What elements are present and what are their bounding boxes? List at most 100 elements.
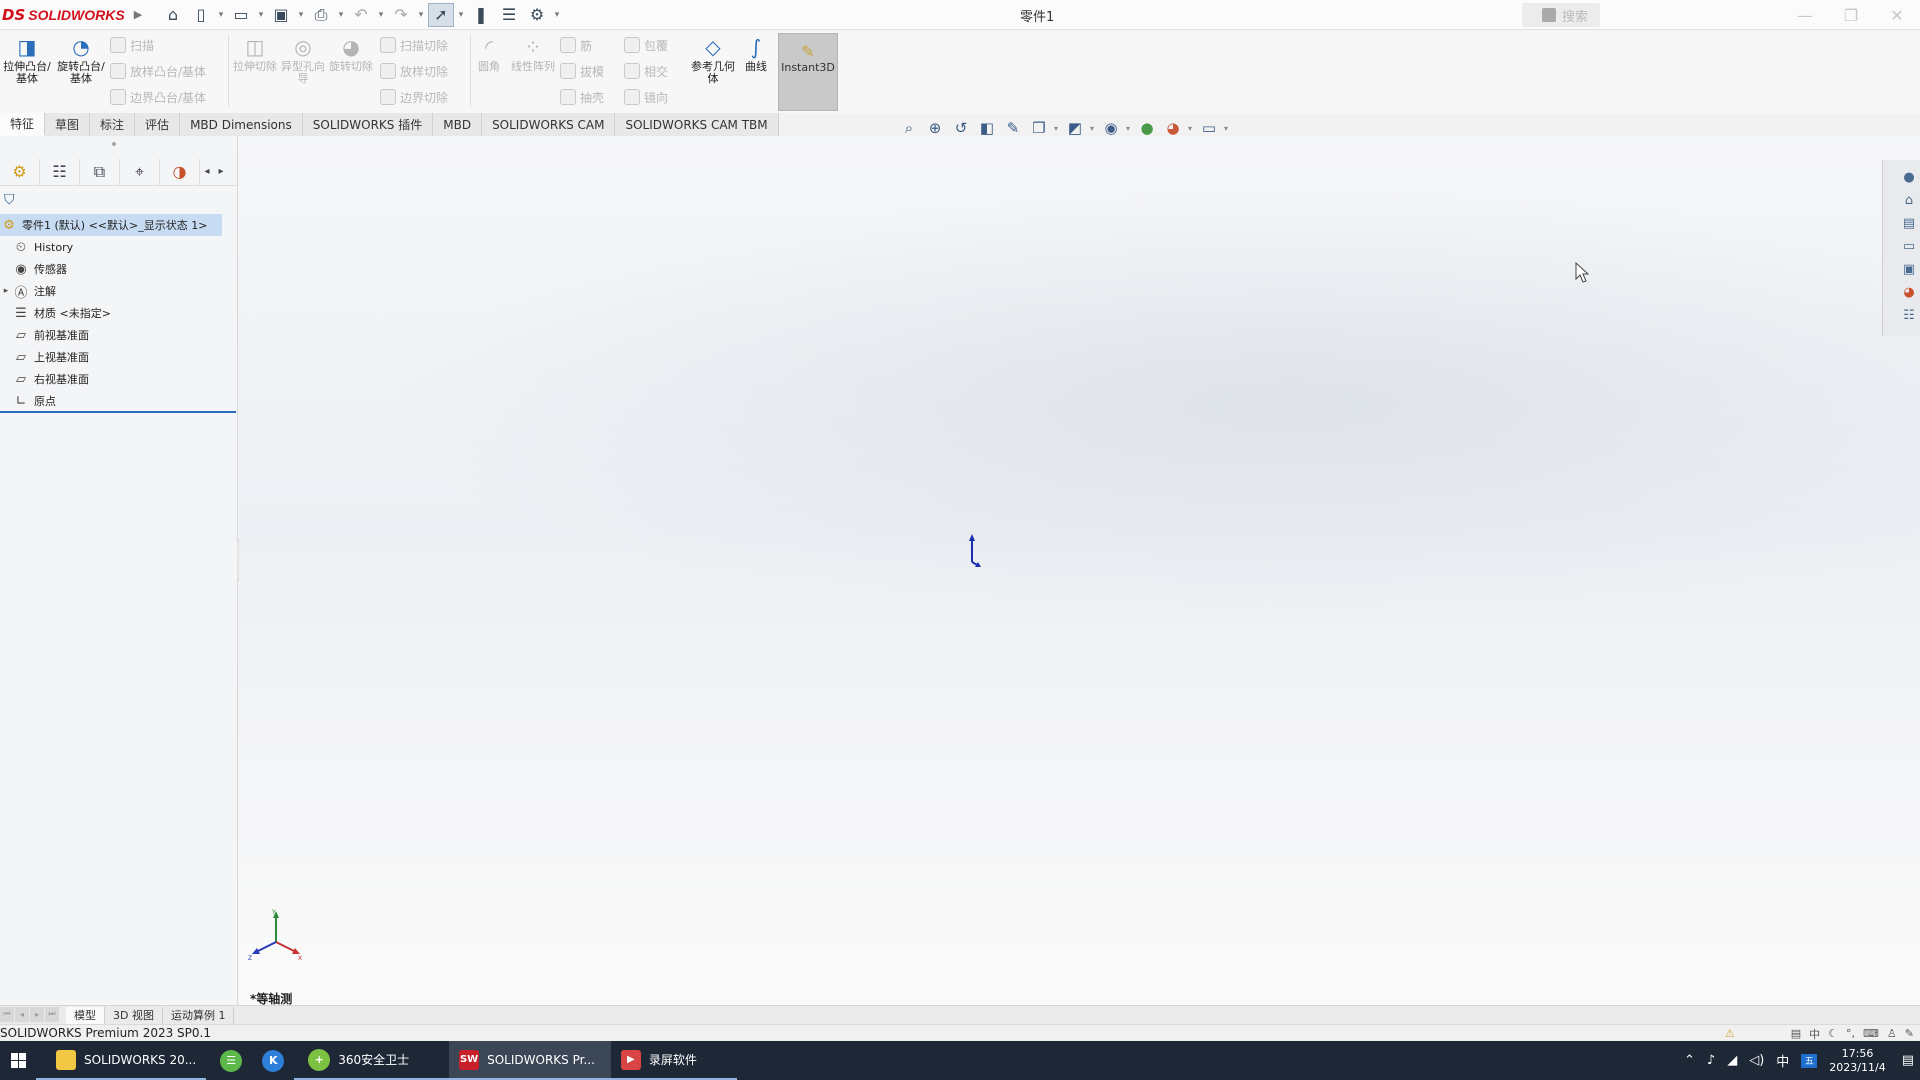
- taskbar-item-green-app[interactable]: ☰: [206, 1041, 252, 1080]
- solidworks-resources-icon[interactable]: ●: [1900, 168, 1918, 186]
- ime-status-icon[interactable]: ▤: [1791, 1027, 1801, 1040]
- new-document-icon[interactable]: ▯: [188, 3, 214, 27]
- menu-expand-icon[interactable]: ▶: [134, 8, 142, 21]
- punctuation-icon[interactable]: °,: [1846, 1027, 1855, 1040]
- tree-item-material[interactable]: ☰ 材质 <未指定>: [0, 302, 238, 324]
- draft-button[interactable]: 拔模: [560, 61, 604, 81]
- tab-solidworks-addins[interactable]: SOLIDWORKS 插件: [302, 113, 434, 136]
- boundary-boss-button[interactable]: 边界凸台/基体: [110, 87, 206, 107]
- extrude-boss-button[interactable]: ◨ 拉伸凸台/基体: [2, 35, 52, 105]
- tab-3d-views[interactable]: 3D 视图: [105, 1006, 163, 1024]
- help-search-box[interactable]: 搜索: [1522, 3, 1600, 27]
- mirror-button[interactable]: 镜向: [624, 87, 668, 107]
- next-tab-icon[interactable]: ▸: [30, 1006, 44, 1022]
- feature-manager-tab-icon[interactable]: ⚙: [0, 158, 40, 185]
- chevron-down-icon[interactable]: ▾: [1126, 124, 1132, 133]
- swept-cut-button[interactable]: 扫描切除: [380, 35, 448, 55]
- select-arrow-icon[interactable]: ➚: [428, 2, 454, 27]
- tab-motion-study[interactable]: 运动算例 1: [163, 1006, 235, 1024]
- taskbar-item-k-app[interactable]: K: [252, 1041, 294, 1080]
- loft-boss-button[interactable]: 放样凸台/基体: [110, 61, 206, 81]
- tab-solidworks-cam-tbm[interactable]: SOLIDWORKS CAM TBM: [615, 113, 779, 136]
- restore-icon[interactable]: ❐: [1828, 0, 1874, 30]
- tab-features[interactable]: 特征: [0, 113, 46, 136]
- design-library-icon[interactable]: ▤: [1900, 214, 1918, 232]
- chevron-down-icon[interactable]: ▾: [216, 10, 226, 20]
- rib-button[interactable]: 筋: [560, 35, 604, 55]
- revolve-cut-button[interactable]: ◕ 旋转切除: [326, 35, 376, 105]
- chevron-down-icon[interactable]: ▾: [416, 10, 426, 20]
- tree-item-origin[interactable]: ∟ 原点: [0, 390, 238, 412]
- chevron-down-icon[interactable]: ▾: [1090, 124, 1096, 133]
- graphics-area[interactable]: Y X Z *等轴测: [239, 136, 1920, 1010]
- chevron-down-icon[interactable]: ▾: [456, 10, 466, 20]
- file-explorer-icon[interactable]: ▭: [1900, 237, 1918, 255]
- tree-item-top-plane[interactable]: ▱ 上视基准面: [0, 346, 238, 368]
- scroll-left-icon[interactable]: ◂: [200, 159, 214, 185]
- lofted-cut-button[interactable]: 放样切除: [380, 61, 448, 81]
- expand-arrow-icon[interactable]: ▸: [0, 286, 12, 296]
- scroll-right-icon[interactable]: ▸: [214, 159, 228, 185]
- taskbar-item-360[interactable]: + 360安全卫士: [294, 1041, 450, 1080]
- dimxpert-manager-tab-icon[interactable]: ⌖: [120, 158, 160, 185]
- tree-root-part[interactable]: ⚙ 零件1 (默认) <<默认>_显示状态 1>: [0, 214, 222, 236]
- panel-splitter-dot[interactable]: [112, 142, 116, 146]
- input-method-icon[interactable]: 五: [1801, 1053, 1818, 1068]
- configuration-manager-tab-icon[interactable]: ⧉: [80, 158, 120, 185]
- appearances-icon[interactable]: ◕: [1900, 283, 1918, 301]
- display-manager-tab-icon[interactable]: ◑: [160, 158, 200, 185]
- print-icon[interactable]: ⎙: [308, 3, 334, 27]
- file-properties-icon[interactable]: ☰: [496, 3, 522, 27]
- minimize-icon[interactable]: —: [1782, 0, 1828, 30]
- shell-button[interactable]: 抽壳: [560, 87, 604, 107]
- wrap-button[interactable]: 包覆: [624, 35, 668, 55]
- sweep-button[interactable]: 扫描: [110, 35, 206, 55]
- close-icon[interactable]: ✕: [1874, 0, 1920, 30]
- tree-item-sensors[interactable]: ◉ 传感器: [0, 258, 238, 280]
- chevron-down-icon[interactable]: ▾: [376, 10, 386, 20]
- settings-wrench-icon[interactable]: ✎: [1905, 1027, 1914, 1040]
- tab-sketch[interactable]: 草图: [45, 113, 91, 136]
- rebuild-status-icon[interactable]: ⚠: [1725, 1027, 1735, 1040]
- instant3d-button[interactable]: ✎ Instant3D: [778, 33, 838, 111]
- home-icon[interactable]: ⌂: [160, 3, 186, 27]
- taskbar-item-solidworks-folder[interactable]: SOLIDWORKS 20...: [36, 1041, 207, 1080]
- extrude-cut-button[interactable]: ◫ 拉伸切除: [230, 35, 280, 105]
- chevron-down-icon[interactable]: ▾: [1054, 124, 1060, 133]
- tree-item-annotations[interactable]: ▸ Ⓐ 注解: [0, 280, 238, 302]
- chevron-down-icon[interactable]: ▾: [552, 10, 562, 20]
- clock[interactable]: 17:56 2023/11/4: [1829, 1047, 1885, 1075]
- tab-solidworks-cam[interactable]: SOLIDWORKS CAM: [482, 113, 616, 136]
- notification-center-icon[interactable]: ▤: [1902, 1053, 1914, 1068]
- tab-mbd[interactable]: MBD: [433, 113, 483, 136]
- volume-icon[interactable]: ◁): [1749, 1053, 1764, 1068]
- intersect-button[interactable]: 相交: [624, 61, 668, 81]
- previous-tab-icon[interactable]: ◂: [15, 1006, 29, 1022]
- view-palette-icon[interactable]: ▣: [1900, 260, 1918, 278]
- boundary-cut-button[interactable]: 边界切除: [380, 87, 448, 107]
- chevron-down-icon[interactable]: ▾: [296, 10, 306, 20]
- fillet-button[interactable]: ◜ 圆角: [464, 35, 514, 105]
- chevron-down-icon[interactable]: ▾: [336, 10, 346, 20]
- custom-properties-icon[interactable]: ☷: [1900, 306, 1918, 324]
- chevron-down-icon[interactable]: ▾: [1188, 124, 1194, 133]
- moon-icon[interactable]: ☾: [1828, 1027, 1838, 1040]
- curves-button[interactable]: ∫ 曲线: [731, 35, 781, 105]
- chinese-input-icon[interactable]: 中: [1809, 1026, 1820, 1042]
- start-button[interactable]: [0, 1041, 36, 1080]
- undo-icon[interactable]: ↶: [348, 3, 374, 27]
- ime-mode[interactable]: 中: [1776, 1051, 1789, 1070]
- user-icon[interactable]: ♙: [1887, 1027, 1897, 1040]
- property-manager-tab-icon[interactable]: ☷: [40, 158, 80, 185]
- save-icon[interactable]: ▣: [268, 3, 294, 27]
- taskbar-item-recorder[interactable]: ▶ 录屏软件: [610, 1041, 737, 1080]
- home-icon[interactable]: ⌂: [1900, 191, 1918, 209]
- linear-pattern-button[interactable]: ⁘ 线性阵列: [508, 35, 558, 105]
- tab-evaluate[interactable]: 评估: [135, 113, 181, 136]
- redo-icon[interactable]: ↷: [388, 3, 414, 27]
- tree-item-front-plane[interactable]: ▱ 前视基准面: [0, 324, 238, 346]
- network-icon[interactable]: ◢: [1727, 1053, 1737, 1068]
- tree-item-history[interactable]: ⏲ History: [0, 236, 238, 258]
- microphone-icon[interactable]: ♪: [1707, 1053, 1715, 1068]
- rollback-bar[interactable]: [0, 411, 236, 413]
